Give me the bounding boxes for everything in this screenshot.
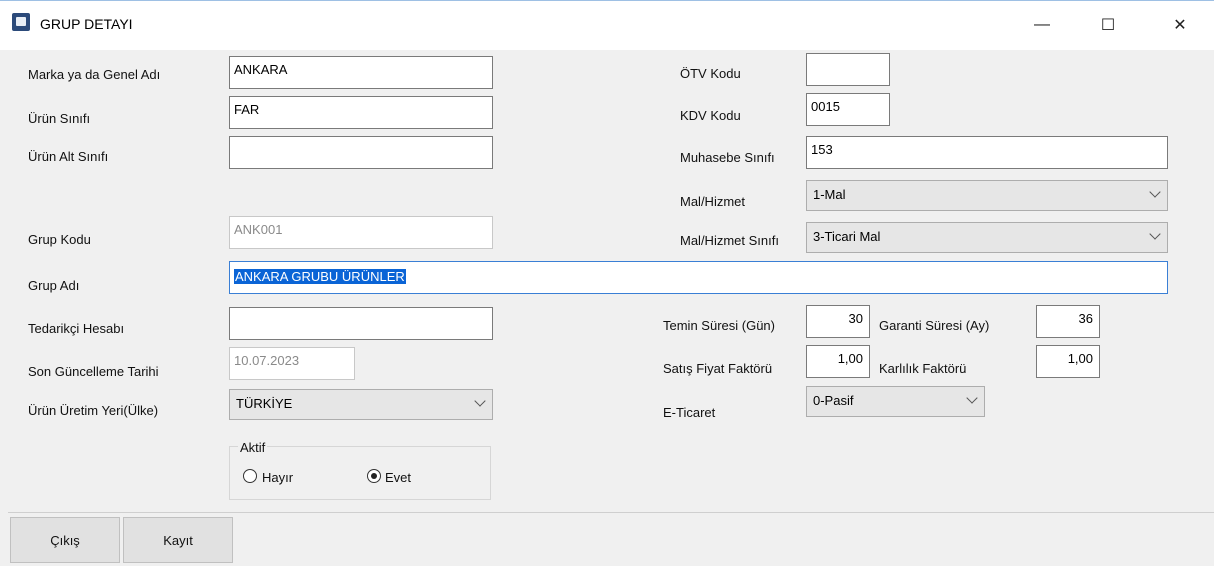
karlilik-input[interactable]: 1,00 xyxy=(1036,345,1100,378)
uretim-yeri-value: TÜRKİYE xyxy=(236,396,293,411)
mal-hizmet-label: Mal/Hizmet xyxy=(680,194,746,209)
mal-hizmet-select[interactable]: 1-Mal xyxy=(806,180,1168,211)
eticaret-select[interactable]: 0-Pasif xyxy=(806,386,985,417)
grup-adi-selected-text: ANKARA GRUBU ÜRÜNLER xyxy=(234,269,406,284)
marka-label: Marka ya da Genel Adı xyxy=(28,67,161,82)
kayit-button[interactable]: Kayıt xyxy=(123,517,233,563)
eticaret-value: 0-Pasif xyxy=(813,393,854,408)
eticaret-label: E-Ticaret xyxy=(663,405,716,420)
otv-input[interactable] xyxy=(806,53,890,86)
chevron-down-icon xyxy=(474,395,486,407)
muhasebe-label: Muhasebe Sınıfı xyxy=(680,150,775,165)
urun-sinifi-input[interactable]: FAR xyxy=(229,96,493,129)
urun-alt-sinifi-input[interactable] xyxy=(229,136,493,169)
grup-kodu-input: ANK001 xyxy=(229,216,493,249)
uretim-yeri-select[interactable]: TÜRKİYE xyxy=(229,389,493,420)
kdv-input[interactable]: 0015 xyxy=(806,93,890,126)
karlilik-label: Karlılık Faktörü xyxy=(879,361,967,376)
minimize-button[interactable]: — xyxy=(1022,11,1062,39)
grup-adi-label: Grup Adı xyxy=(28,278,80,293)
cikis-button[interactable]: Çıkış xyxy=(10,517,120,563)
son-guncelleme-label: Son Güncelleme Tarihi xyxy=(28,364,159,379)
app-icon xyxy=(12,13,30,31)
tedarikci-label: Tedarikçi Hesabı xyxy=(28,321,125,336)
window-title: GRUP DETAYI xyxy=(40,16,133,32)
marka-input[interactable]: ANKARA xyxy=(229,56,493,89)
otv-label: ÖTV Kodu xyxy=(680,66,741,81)
chevron-down-icon xyxy=(966,392,978,404)
chevron-down-icon xyxy=(1149,228,1161,240)
urun-sinifi-label: Ürün Sınıfı xyxy=(28,111,91,126)
urun-alt-sinifi-label: Ürün Alt Sınıfı xyxy=(28,149,109,164)
mal-hizmet-sinifi-value: 3-Ticari Mal xyxy=(813,229,881,244)
mal-hizmet-sinifi-select[interactable]: 3-Ticari Mal xyxy=(806,222,1168,253)
temin-label: Temin Süresi (Gün) xyxy=(663,318,775,333)
bottom-toolbar: Çıkış Kayıt xyxy=(8,512,1214,566)
tedarikci-input[interactable] xyxy=(229,307,493,340)
garanti-input[interactable]: 36 xyxy=(1036,305,1100,338)
satis-input[interactable]: 1,00 xyxy=(806,345,870,378)
garanti-label: Garanti Süresi (Ay) xyxy=(879,318,990,333)
maximize-button[interactable]: ☐ xyxy=(1088,11,1128,39)
radio-evet[interactable] xyxy=(367,469,381,483)
son-guncelleme-input: 10.07.2023 xyxy=(229,347,355,380)
mal-hizmet-value: 1-Mal xyxy=(813,187,846,202)
grup-kodu-label: Grup Kodu xyxy=(28,232,91,247)
mal-hizmet-sinifi-label: Mal/Hizmet Sınıfı xyxy=(680,233,779,248)
radio-evet-label[interactable]: Evet xyxy=(385,470,411,485)
radio-hayir-label[interactable]: Hayır xyxy=(262,470,293,485)
satis-label: Satış Fiyat Faktörü xyxy=(663,361,773,376)
title-bar: GRUP DETAYI — ☐ ✕ xyxy=(0,0,1214,50)
aktif-legend: Aktif xyxy=(238,440,268,455)
grup-adi-input[interactable]: ANKARA GRUBU ÜRÜNLER xyxy=(229,261,1168,294)
close-button[interactable]: ✕ xyxy=(1160,11,1200,39)
radio-hayir[interactable] xyxy=(243,469,257,483)
uretim-yeri-label: Ürün Üretim Yeri(Ülke) xyxy=(28,403,159,418)
chevron-down-icon xyxy=(1149,186,1161,198)
muhasebe-input[interactable]: 153 xyxy=(806,136,1168,169)
kdv-label: KDV Kodu xyxy=(680,108,741,123)
temin-input[interactable]: 30 xyxy=(806,305,870,338)
